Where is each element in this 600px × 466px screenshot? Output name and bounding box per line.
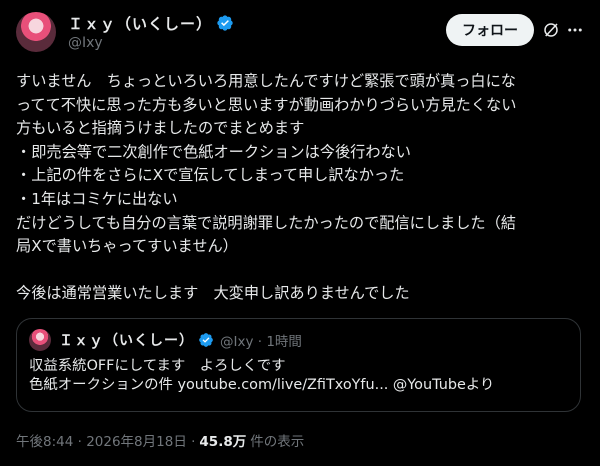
body-line: ってて不快に思った方も多いと思いますが動画わかりづらい方見たくない bbox=[16, 95, 517, 114]
quoted-author-avatar bbox=[29, 329, 51, 351]
author-display-name[interactable]: Ｉｘｙ（いくしー） bbox=[68, 13, 212, 34]
author-name-row: Ｉｘｙ（いくしー） bbox=[68, 13, 234, 33]
views-count: 45.8万 bbox=[199, 434, 247, 450]
quoted-handle-time: @Ixy · 1時間 bbox=[220, 334, 302, 350]
post-container: Ｉｘｙ（いくしー） @Ixy フォロー すいません ちょっといろいろ用意したんで… bbox=[0, 0, 600, 466]
views-label: 件の表示 bbox=[250, 434, 305, 450]
post-timestamp[interactable]: 午後8:44 · 2026年8月18日 · bbox=[16, 430, 195, 450]
more-options-icon[interactable] bbox=[566, 21, 584, 39]
body-line: 今後は通常営業いたします 大変申し訳ありませんでした bbox=[16, 284, 410, 303]
post-body: すいません ちょっといろいろ用意したんですけど緊張で頭が真っ白にな ってて不快に… bbox=[16, 70, 586, 306]
post-header: Ｉｘｙ（いくしー） @Ixy フォロー bbox=[16, 8, 584, 56]
quoted-verified-badge-icon bbox=[199, 333, 213, 347]
body-blank-line bbox=[16, 259, 586, 283]
quoted-author-name: Ｉｘｙ（いくしー） bbox=[59, 333, 194, 349]
grok-icon[interactable] bbox=[542, 21, 560, 39]
post-meta: 午後8:44 · 2026年8月18日 · 45.8万 件の表示 bbox=[16, 430, 304, 450]
author-avatar[interactable] bbox=[16, 12, 56, 52]
quoted-line: 色紙オークションの件 youtube.com/live/ZfiTxoYfu...… bbox=[29, 377, 495, 393]
author-handle[interactable]: @Ixy bbox=[68, 35, 234, 51]
body-line: ・上記の件をさらにXで宣伝してしまって申し訳なかった bbox=[16, 166, 405, 185]
author-info: Ｉｘｙ（いくしー） @Ixy bbox=[68, 13, 234, 51]
quoted-post-text: 収益系統OFFにしてます よろしくです 色紙オークションの件 youtube.c… bbox=[29, 357, 568, 395]
body-line: 局Xで書いちゃってすいません） bbox=[16, 237, 238, 256]
body-line: 方もいると指摘うけましたのでまとめます bbox=[16, 119, 305, 138]
verified-badge-icon bbox=[217, 15, 233, 31]
body-line: だけどうしても自分の言葉で説明謝罪したかったので配信にしました（結 bbox=[16, 213, 516, 232]
follow-button[interactable]: フォロー bbox=[446, 14, 534, 46]
body-line: ・1年はコミケに出ない bbox=[16, 189, 178, 208]
quoted-line: 収益系統OFFにしてます よろしくです bbox=[29, 358, 286, 374]
quoted-post-header: Ｉｘｙ（いくしー） @Ixy · 1時間 bbox=[29, 329, 568, 351]
body-line: ・即売会等で二次創作で色紙オークションは今後行わない bbox=[16, 142, 411, 161]
quoted-post-card[interactable]: Ｉｘｙ（いくしー） @Ixy · 1時間 収益系統OFFにしてます よろしくです… bbox=[16, 318, 581, 412]
body-line: すいません ちょっといろいろ用意したんですけど緊張で頭が真っ白にな bbox=[16, 72, 516, 90]
